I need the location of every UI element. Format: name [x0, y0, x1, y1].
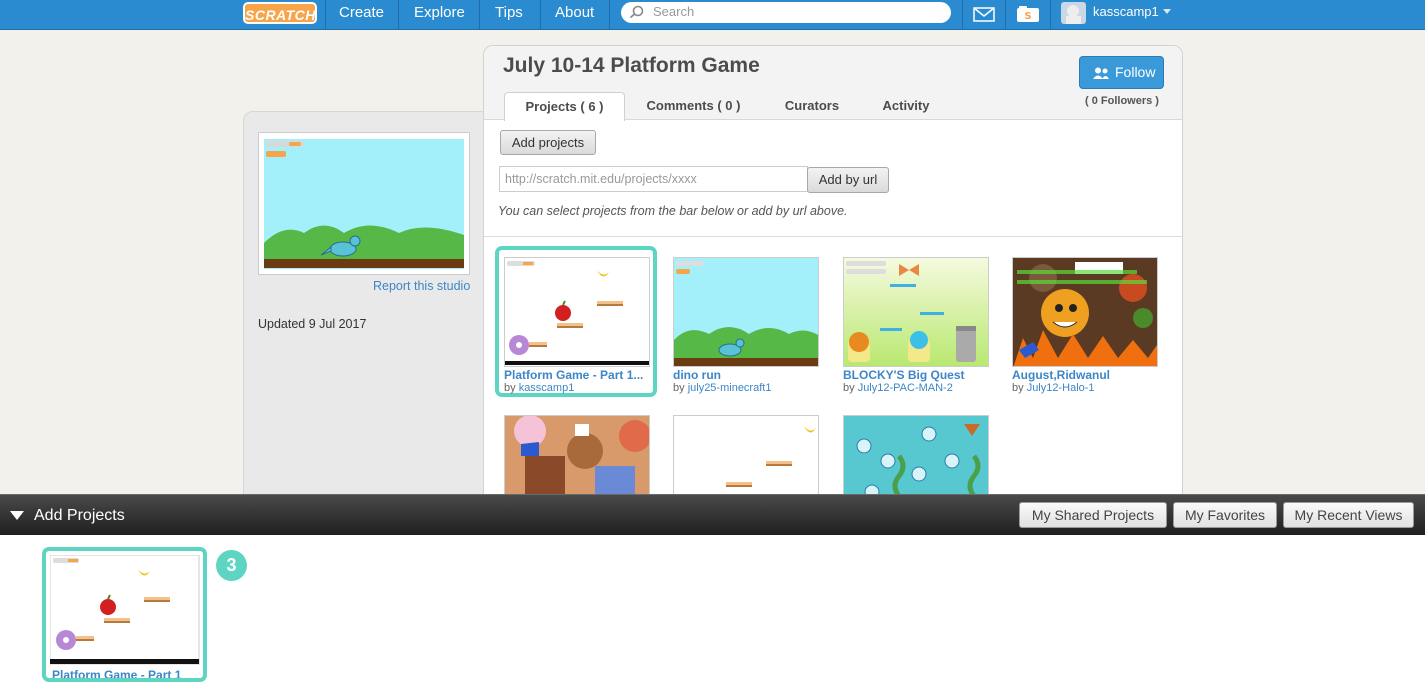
report-studio-link[interactable]: Report this studio	[373, 279, 470, 293]
project-title[interactable]: Platform Game - Part 1	[52, 668, 181, 678]
chevron-down-icon[interactable]	[1163, 9, 1171, 14]
nav-separator	[398, 0, 399, 30]
nav-separator	[540, 0, 541, 30]
username-label[interactable]: kasscamp1	[1093, 4, 1159, 19]
author-link[interactable]: kasscamp1	[519, 382, 575, 394]
tab-projects[interactable]: Projects ( 6 )	[504, 92, 625, 121]
selectable-project-card[interactable]: Platform Game - Part 1	[42, 547, 207, 682]
scratch-logo[interactable]: SCRATCH	[243, 2, 317, 24]
project-author: by kasscamp1	[504, 382, 575, 394]
nav-separator	[609, 0, 610, 30]
nav-about-link[interactable]: About	[555, 0, 594, 30]
nav-explore-link[interactable]: Explore	[414, 0, 465, 30]
project-author: by july25-minecraft1	[673, 382, 772, 394]
nav-separator	[1005, 0, 1006, 30]
project-title[interactable]: August,Ridwanul	[1012, 368, 1110, 382]
search-input[interactable]: Search	[621, 2, 951, 23]
follow-button[interactable]: Follow	[1079, 56, 1164, 89]
my-shared-projects-button[interactable]: My Shared Projects	[1019, 502, 1167, 528]
tab-activity[interactable]: Activity	[874, 92, 938, 121]
project-thumbnail[interactable]	[673, 257, 819, 367]
tab-comments[interactable]: Comments ( 0 )	[640, 92, 747, 121]
divider	[484, 236, 1182, 237]
project-thumbnail[interactable]	[50, 555, 207, 665]
add-projects-list	[0, 535, 1425, 689]
nav-separator	[479, 0, 480, 30]
step-badge: 3	[216, 550, 247, 581]
user-avatar[interactable]	[1061, 2, 1086, 24]
users-icon	[1093, 67, 1109, 79]
add-projects-button[interactable]: Add projects	[500, 130, 596, 155]
project-thumbnail[interactable]	[504, 257, 650, 367]
collapse-triangle-icon[interactable]	[10, 511, 24, 520]
search-placeholder: Search	[653, 4, 695, 19]
nav-separator	[1050, 0, 1051, 30]
project-title[interactable]: Platform Game - Part 1...	[504, 368, 643, 382]
tab-curators[interactable]: Curators	[776, 92, 848, 121]
followers-count: ( 0 Followers )	[1085, 95, 1159, 107]
nav-tips-link[interactable]: Tips	[495, 0, 523, 30]
add-by-url-button[interactable]: Add by url	[807, 167, 889, 193]
author-link[interactable]: July12-PAC-MAN-2	[858, 382, 953, 394]
project-thumbnail[interactable]	[1012, 257, 1158, 367]
updated-date: Updated 9 Jul 2017	[258, 317, 367, 331]
project-url-input[interactable]: http://scratch.mit.edu/projects/xxxx	[499, 166, 808, 192]
svg-text:S: S	[1024, 11, 1031, 22]
project-title[interactable]: dino run	[673, 368, 721, 382]
project-title[interactable]: BLOCKY'S Big Quest	[843, 368, 965, 382]
my-stuff-icon[interactable]: S	[1016, 5, 1040, 23]
studio-thumbnail	[258, 132, 470, 275]
messages-icon[interactable]	[973, 7, 995, 22]
project-author: by July12-Halo-1	[1012, 382, 1095, 394]
project-author: by July12-PAC-MAN-2	[843, 382, 953, 394]
my-recent-views-button[interactable]: My Recent Views	[1283, 502, 1414, 528]
author-link[interactable]: July12-Halo-1	[1027, 382, 1095, 394]
my-favorites-button[interactable]: My Favorites	[1173, 502, 1277, 528]
search-icon	[629, 5, 644, 19]
top-navbar: SCRATCH Create Explore Tips About Search…	[0, 0, 1425, 30]
add-hint-text: You can select projects from the bar bel…	[498, 204, 848, 218]
author-link[interactable]: july25-minecraft1	[688, 382, 772, 394]
nav-separator	[962, 0, 963, 30]
add-projects-title[interactable]: Add Projects	[34, 507, 125, 525]
nav-create-link[interactable]: Create	[339, 0, 384, 30]
nav-separator	[325, 0, 326, 30]
project-thumbnail[interactable]	[843, 257, 989, 367]
page-title: July 10-14 Platform Game	[503, 54, 760, 77]
follow-label: Follow	[1115, 64, 1156, 80]
